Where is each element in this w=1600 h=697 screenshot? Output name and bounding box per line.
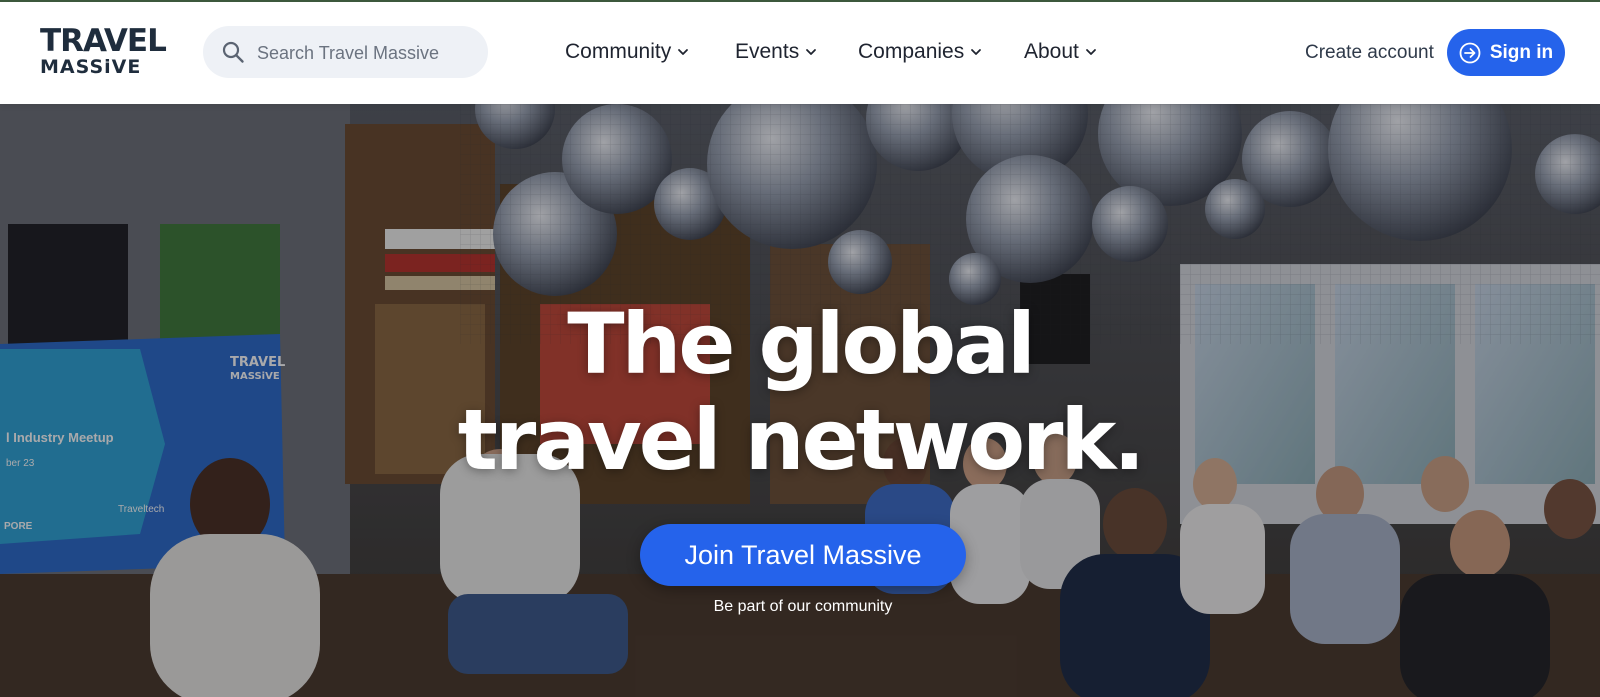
sign-in-button[interactable]: Sign in: [1447, 29, 1565, 76]
site-header: TRAVEL MASSiVE Community Events Companie…: [0, 2, 1600, 104]
chevron-down-icon: [971, 49, 982, 55]
nav-companies[interactable]: Companies: [858, 40, 984, 64]
hero-headline-line-2: travel network.: [457, 391, 1145, 489]
hero-headline-line-1: The global: [567, 295, 1036, 393]
nav-about[interactable]: About: [1024, 40, 1099, 64]
logo-line-2: MASSiVE: [40, 56, 142, 78]
chevron-down-icon: [806, 49, 817, 55]
nav-events[interactable]: Events: [735, 40, 819, 64]
nav-community-label: Community: [565, 40, 672, 63]
hero-subtext: Be part of our community: [713, 598, 893, 615]
nav-about-label: About: [1024, 40, 1079, 63]
nav-events-label: Events: [735, 40, 800, 63]
chevron-down-icon: [1085, 49, 1096, 55]
create-account-link[interactable]: Create account: [1305, 42, 1434, 64]
search-bar[interactable]: [203, 26, 488, 80]
arrow-circle-right-icon: [1459, 42, 1481, 63]
travel-massive-logo[interactable]: TRAVEL MASSiVE: [40, 23, 167, 80]
hero-headline: The global travel network.: [400, 296, 1200, 488]
search-input[interactable]: [255, 26, 479, 80]
logo-line-1: TRAVEL: [40, 23, 167, 59]
join-travel-massive-button[interactable]: Join Travel Massive: [640, 524, 966, 586]
nav-companies-label: Companies: [858, 40, 965, 63]
search-icon: [222, 41, 244, 63]
nav-community[interactable]: Community: [565, 40, 691, 64]
hero-section: TRAVEL MASSiVE l Industry Meetup ber 23 …: [0, 104, 1600, 697]
sign-in-label: Sign in: [1489, 41, 1554, 63]
chevron-down-icon: [678, 49, 689, 55]
